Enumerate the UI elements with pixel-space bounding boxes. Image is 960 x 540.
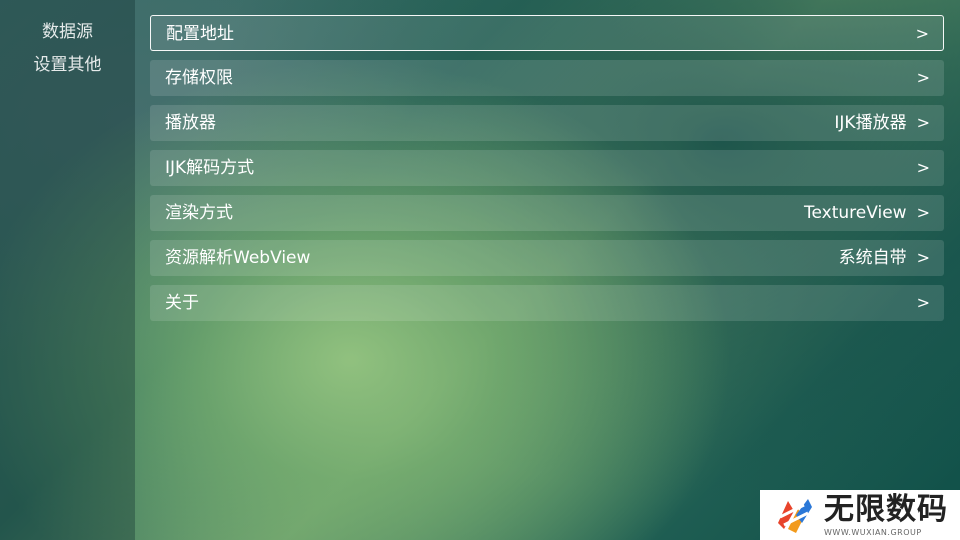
setting-row-storage-permission[interactable]: 存储权限 > — [150, 60, 944, 96]
chevron-right-icon: > — [916, 68, 930, 87]
setting-label: 资源解析WebView — [165, 248, 311, 268]
setting-label: 播放器 — [165, 113, 216, 133]
setting-value: IJK播放器 — [834, 113, 907, 133]
watermark-title: 无限数码 — [824, 492, 948, 527]
setting-right: > — [917, 150, 930, 186]
setting-right: > — [917, 285, 930, 321]
setting-label: 存储权限 — [165, 68, 233, 88]
setting-label: IJK解码方式 — [165, 158, 255, 178]
setting-label: 配置地址 — [166, 24, 234, 44]
setting-row-player[interactable]: 播放器 IJK播放器 > — [150, 105, 944, 141]
watermark-subtitle: WWW.WUXIAN.GROUP — [824, 528, 922, 537]
chevron-right-icon: > — [915, 24, 929, 43]
setting-row-config-address[interactable]: 配置地址 > — [150, 15, 944, 51]
setting-right: > — [917, 60, 930, 96]
chevron-right-icon: > — [916, 293, 930, 312]
setting-row-about[interactable]: 关于 > — [150, 285, 944, 321]
sidebar: 数据源 设置其他 — [0, 0, 135, 540]
chevron-right-icon: > — [916, 158, 930, 177]
setting-row-resource-webview[interactable]: 资源解析WebView 系统自带 > — [150, 240, 944, 276]
setting-right: > — [916, 16, 929, 52]
watermark-banner: 无限数码 WWW.WUXIAN.GROUP — [760, 490, 960, 540]
setting-label: 关于 — [165, 293, 199, 313]
setting-label: 渲染方式 — [165, 203, 233, 223]
brand-logo-icon — [778, 499, 812, 533]
setting-value: 系统自带 — [838, 248, 907, 268]
chevron-right-icon: > — [916, 203, 930, 222]
setting-right: IJK播放器 > — [834, 105, 930, 141]
chevron-right-icon: > — [916, 113, 930, 132]
setting-value: TextureView — [804, 203, 907, 223]
setting-row-render-mode[interactable]: 渲染方式 TextureView > — [150, 195, 944, 231]
sidebar-item-other-settings[interactable]: 设置其他 — [0, 54, 135, 76]
setting-right: 系统自带 > — [839, 240, 930, 276]
sidebar-item-data-source[interactable]: 数据源 — [0, 21, 135, 43]
chevron-right-icon: > — [916, 248, 930, 267]
setting-right: TextureView > — [804, 195, 930, 231]
setting-row-ijk-decode[interactable]: IJK解码方式 > — [150, 150, 944, 186]
